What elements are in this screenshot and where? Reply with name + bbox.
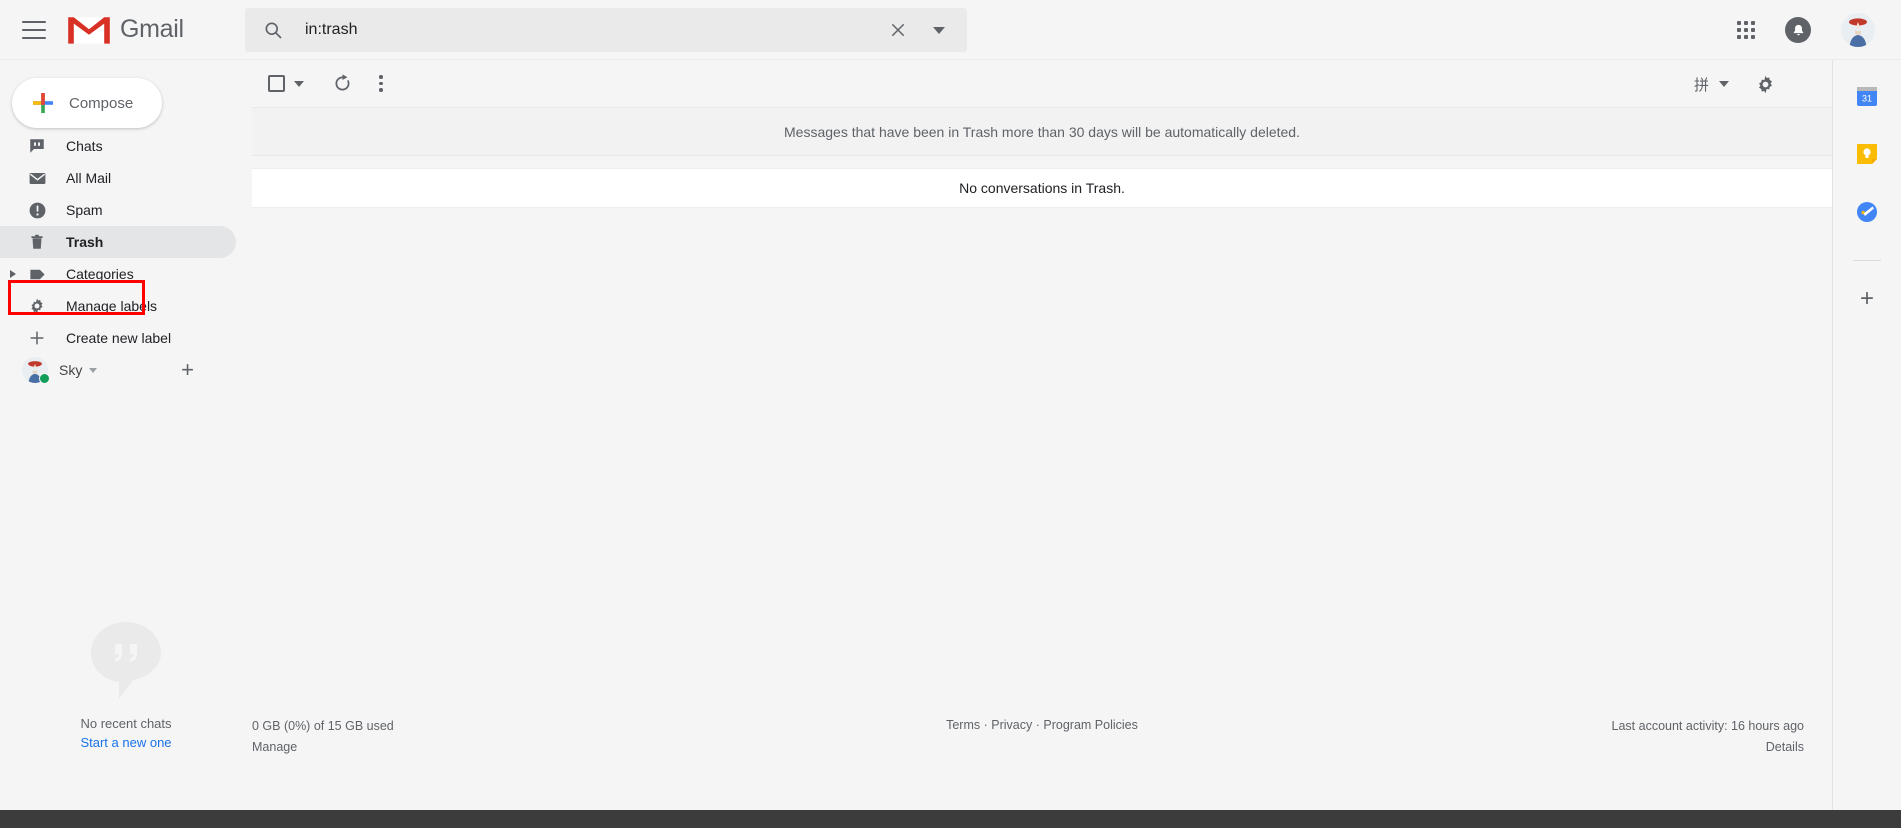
gmail-logo[interactable]: Gmail: [68, 14, 184, 46]
label-icon: [26, 265, 48, 284]
hangouts-quote-icon: [91, 622, 161, 699]
gear-icon[interactable]: [1755, 74, 1776, 95]
footer-separator: ·: [1035, 718, 1040, 732]
sidebar-item-label: Manage labels: [66, 298, 158, 314]
right-side-panel: 31 +: [1832, 60, 1901, 828]
trash-icon: [26, 233, 48, 251]
footer-links: Terms · Privacy · Program Policies: [946, 718, 1138, 732]
chat-user-chevron-down-icon[interactable]: [89, 367, 98, 373]
close-icon[interactable]: [889, 21, 907, 39]
more-vertical-icon[interactable]: [379, 75, 383, 92]
plus-icon: [26, 329, 48, 347]
program-policies-link[interactable]: Program Policies: [1043, 718, 1137, 732]
spam-icon: [26, 201, 48, 220]
sidebar-item-label: Categories: [66, 266, 134, 282]
refresh-icon[interactable]: [332, 73, 353, 94]
chevron-right-icon[interactable]: [10, 270, 16, 278]
bell-icon[interactable]: [1785, 17, 1811, 43]
side-panel-divider: [1853, 260, 1881, 261]
top-bar-right-actions: [1737, 0, 1901, 60]
footer-storage: 0 GB (0%) of 15 GB used Manage: [252, 718, 394, 756]
select-all-chevron-down-icon[interactable]: [294, 80, 304, 87]
manage-storage-link[interactable]: Manage: [252, 739, 394, 756]
status-badge: [39, 373, 50, 384]
sidebar-item-manage-labels[interactable]: Manage labels: [0, 290, 252, 322]
google-calendar-icon[interactable]: 31: [1855, 84, 1879, 108]
gear-icon: [26, 297, 48, 315]
main-content: Messages that have been in Trash more th…: [252, 108, 1832, 708]
chat-icon: [26, 137, 48, 155]
search-input[interactable]: [305, 21, 889, 39]
input-method-label[interactable]: 拼: [1694, 74, 1709, 95]
empty-conversation-list: No conversations in Trash.: [252, 168, 1832, 208]
sidebar-item-label: Chats: [66, 138, 103, 154]
bottom-bar: [0, 810, 1901, 828]
input-method-chevron-down-icon[interactable]: [1719, 81, 1729, 87]
compose-button-label: Compose: [69, 94, 134, 112]
chat-empty-label: No recent chats: [80, 716, 172, 731]
last-account-activity-text: Last account activity: 16 hours ago: [1611, 719, 1804, 733]
sidebar-item-spam[interactable]: Spam: [0, 194, 252, 226]
compose-button[interactable]: Compose: [12, 78, 162, 128]
google-tasks-icon[interactable]: [1855, 200, 1879, 224]
search-options-chevron-down-icon[interactable]: [933, 26, 945, 34]
select-all-checkbox-icon[interactable]: [268, 75, 285, 92]
sidebar-item-label: Create new label: [66, 330, 172, 346]
main-toolbar-right-actions: 拼: [1694, 60, 1832, 108]
storage-usage-text: 0 GB (0%) of 15 GB used: [252, 719, 394, 733]
chat-user-row[interactable]: Sky +: [0, 350, 252, 390]
search-bar[interactable]: [245, 8, 967, 52]
plus-icon: [33, 93, 53, 113]
sidebar-item-all-mail[interactable]: All Mail: [0, 162, 252, 194]
privacy-link[interactable]: Privacy: [991, 718, 1032, 732]
account-avatar[interactable]: [1841, 13, 1875, 47]
google-keep-icon[interactable]: [1855, 142, 1879, 166]
sidebar-item-label: Spam: [66, 202, 103, 218]
gmail-logo-icon: [68, 16, 110, 44]
chat-empty-state: No recent chats Start a new one: [0, 620, 252, 750]
sidebar-nav-list: Chats All Mail Spam Trash Categories Man…: [0, 130, 252, 354]
sidebar-item-categories[interactable]: Categories: [0, 258, 252, 290]
chat-user-name: Sky: [59, 362, 83, 378]
activity-details-link[interactable]: Details: [1612, 739, 1804, 756]
footer-separator: ·: [983, 718, 988, 732]
chat-add-plus-icon[interactable]: +: [181, 359, 194, 381]
footer: 0 GB (0%) of 15 GB used Manage Terms · P…: [252, 718, 1832, 778]
sidebar-item-label: All Mail: [66, 170, 112, 186]
sidebar-item-trash[interactable]: Trash: [0, 226, 236, 258]
trash-retention-notice: Messages that have been in Trash more th…: [252, 108, 1832, 156]
terms-link[interactable]: Terms: [946, 718, 980, 732]
top-bar: Gmail: [0, 0, 1901, 60]
avatar: [22, 357, 50, 384]
footer-account-activity: Last account activity: 16 hours ago Deta…: [1612, 718, 1804, 756]
hamburger-icon[interactable]: [22, 20, 46, 39]
svg-text:31: 31: [1862, 94, 1872, 104]
sidebar: Compose Chats All Mail Spam Trash Catego…: [0, 60, 252, 828]
sidebar-item-label: Trash: [66, 234, 104, 250]
search-icon: [265, 22, 282, 39]
add-app-plus-icon[interactable]: +: [1860, 287, 1874, 311]
mail-icon: [26, 169, 48, 188]
main-toolbar: 拼: [252, 60, 1832, 108]
gmail-wordmark: Gmail: [120, 15, 184, 43]
apps-grid-icon[interactable]: [1737, 21, 1755, 39]
start-new-chat-link[interactable]: Start a new one: [80, 735, 171, 750]
sidebar-item-chats[interactable]: Chats: [0, 130, 252, 162]
